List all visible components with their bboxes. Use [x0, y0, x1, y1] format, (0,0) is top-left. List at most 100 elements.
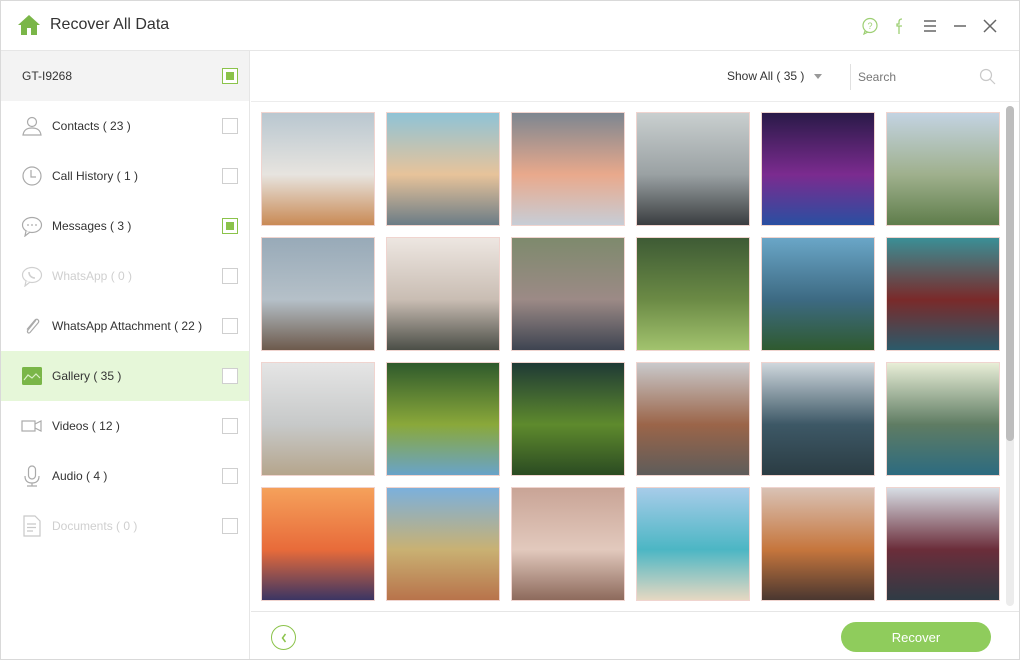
photo-thumbnail[interactable]	[636, 362, 750, 476]
sidebar-item-label: Documents ( 0 )	[52, 519, 138, 533]
photo-thumbnail[interactable]	[886, 362, 1000, 476]
photo-image	[762, 238, 874, 350]
photo-image	[387, 113, 499, 225]
gallery-icon	[22, 367, 42, 385]
photo-thumbnail[interactable]	[511, 487, 625, 601]
help-chat-icon[interactable]: ?	[855, 13, 885, 39]
sidebar-item-label: Gallery ( 35 )	[52, 369, 122, 383]
contact-icon	[22, 116, 42, 136]
messages-checkbox[interactable]	[222, 218, 238, 234]
sidebar-item-whatsapp[interactable]: WhatsApp ( 0 )	[1, 251, 249, 301]
photo-thumbnail[interactable]	[261, 362, 375, 476]
device-row[interactable]: GT-I9268	[1, 51, 249, 101]
search-icon[interactable]	[979, 68, 996, 85]
photo-thumbnail[interactable]	[636, 112, 750, 226]
photo-image	[512, 113, 624, 225]
sidebar: GT-I9268 Contacts ( 23 ) Call History ( …	[1, 51, 250, 659]
window-controls: ?	[855, 13, 1005, 39]
photo-image	[512, 363, 624, 475]
photo-thumbnail[interactable]	[511, 362, 625, 476]
minimize-icon[interactable]	[945, 13, 975, 39]
photo-thumbnail[interactable]	[886, 112, 1000, 226]
photo-thumbnail[interactable]	[261, 487, 375, 601]
facebook-icon[interactable]	[885, 13, 915, 39]
sidebar-item-label: Videos ( 12 )	[52, 419, 120, 433]
photo-image	[637, 238, 749, 350]
photo-image	[887, 238, 999, 350]
audio-checkbox[interactable]	[222, 468, 238, 484]
app-window: Recover All Data ? GT-I9268 Contacts (2…	[0, 0, 1020, 660]
clock-icon	[22, 166, 42, 186]
chevron-down-icon	[814, 73, 823, 79]
photo-image	[637, 363, 749, 475]
sidebar-item-audio[interactable]: Audio ( 4 )	[1, 451, 249, 501]
sidebar-item-label: Messages ( 3 )	[52, 219, 132, 233]
sidebar-item-gallery[interactable]: Gallery ( 35 )	[1, 351, 249, 401]
photo-thumbnail[interactable]	[636, 237, 750, 351]
photo-thumbnail[interactable]	[386, 237, 500, 351]
scrollbar[interactable]	[1004, 106, 1014, 606]
photo-thumbnail[interactable]	[886, 237, 1000, 351]
photo-image	[637, 488, 749, 600]
contacts-checkbox[interactable]	[222, 118, 238, 134]
sidebar-item-messages[interactable]: Messages ( 3 )	[1, 201, 249, 251]
photo-thumbnail[interactable]	[261, 112, 375, 226]
videos-checkbox[interactable]	[222, 418, 238, 434]
photo-thumbnail[interactable]	[761, 362, 875, 476]
photo-thumbnail[interactable]	[386, 362, 500, 476]
photo-thumbnail[interactable]	[386, 487, 500, 601]
title-bar: Recover All Data ?	[1, 1, 1019, 51]
gallery-checkbox[interactable]	[222, 368, 238, 384]
chevron-left-icon	[281, 633, 286, 642]
photo-thumbnail[interactable]	[886, 487, 1000, 601]
paperclip-icon	[26, 318, 40, 334]
whatsapp-checkbox[interactable]	[222, 268, 238, 284]
photo-image	[887, 488, 999, 600]
photo-image	[887, 113, 999, 225]
photo-image	[762, 113, 874, 225]
toolbar: Show All ( 35 )	[251, 51, 1019, 102]
documents-checkbox[interactable]	[222, 518, 238, 534]
sidebar-item-label: WhatsApp Attachment ( 22 )	[52, 319, 203, 333]
whatsapp-attachment-checkbox[interactable]	[222, 318, 238, 334]
toolbar-divider	[850, 64, 851, 90]
close-icon[interactable]	[975, 13, 1005, 39]
svg-text:?: ?	[867, 21, 872, 31]
photo-image	[512, 488, 624, 600]
home-icon[interactable]	[17, 14, 41, 36]
message-icon	[21, 216, 43, 237]
device-name: GT-I9268	[22, 69, 73, 83]
sidebar-item-videos[interactable]: Videos ( 12 )	[1, 401, 249, 451]
microphone-icon	[24, 465, 40, 487]
sidebar-item-label: Call History ( 1 )	[52, 169, 139, 183]
photo-thumbnail[interactable]	[511, 237, 625, 351]
back-button[interactable]	[271, 625, 296, 650]
call-history-checkbox[interactable]	[222, 168, 238, 184]
photo-image	[637, 113, 749, 225]
photo-thumbnail[interactable]	[636, 487, 750, 601]
show-all-dropdown[interactable]: Show All ( 35 )	[727, 69, 823, 83]
recover-button[interactable]: Recover	[841, 622, 991, 652]
footer: Recover	[251, 611, 1019, 659]
photo-thumbnail[interactable]	[761, 112, 875, 226]
photo-thumbnail[interactable]	[386, 112, 500, 226]
main-panel: Show All ( 35 ) Recover	[251, 51, 1019, 659]
photo-image	[762, 488, 874, 600]
photo-image	[512, 238, 624, 350]
category-list: Contacts ( 23 ) Call History ( 1 ) Messa…	[1, 101, 249, 551]
sidebar-item-contacts[interactable]: Contacts ( 23 )	[1, 101, 249, 151]
sidebar-item-documents[interactable]: Documents ( 0 )	[1, 501, 249, 551]
photo-thumbnail[interactable]	[511, 112, 625, 226]
sidebar-item-label: Contacts ( 23 )	[52, 119, 131, 133]
sidebar-item-call-history[interactable]: Call History ( 1 )	[1, 151, 249, 201]
filter-label: Show All ( 35 )	[727, 69, 805, 83]
sidebar-item-whatsapp-attachment[interactable]: WhatsApp Attachment ( 22 )	[1, 301, 249, 351]
photo-grid	[261, 112, 1006, 602]
photo-thumbnail[interactable]	[761, 487, 875, 601]
photo-thumbnail[interactable]	[261, 237, 375, 351]
photo-thumbnail[interactable]	[761, 237, 875, 351]
whatsapp-icon	[21, 266, 43, 287]
scroll-thumb[interactable]	[1006, 106, 1014, 441]
menu-icon[interactable]	[915, 13, 945, 39]
device-checkbox[interactable]	[222, 68, 238, 84]
